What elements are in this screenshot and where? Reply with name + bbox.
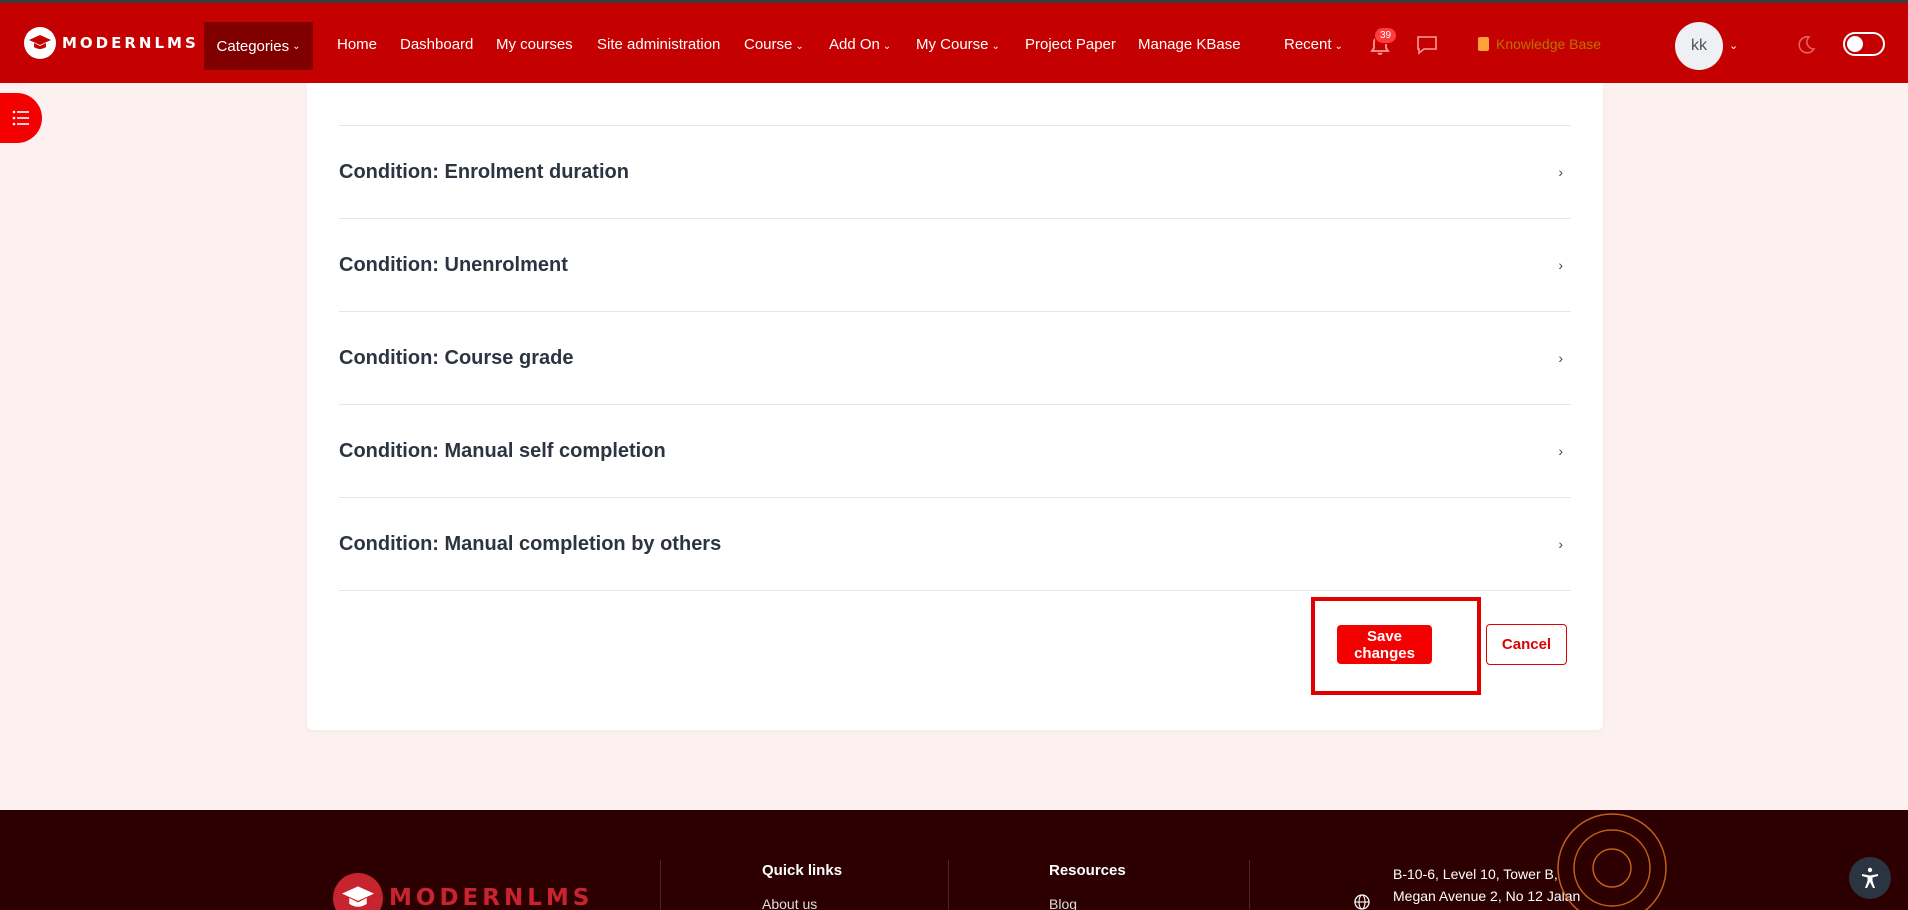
divider [1249,860,1250,910]
chevron-down-icon: ⌄ [991,41,1000,52]
section-title: Condition: Unenrolment [339,253,568,276]
globe-icon [1354,894,1370,910]
chevron-down-icon[interactable]: ⌄ [1729,39,1738,52]
section-unenrolment[interactable]: Condition: Unenrolment › [339,218,1571,311]
knowledge-base-label: Knowledge Base [1496,36,1602,52]
nav-project-paper[interactable]: Project Paper [1025,36,1116,53]
nav-my-course-label: My Course [916,36,989,53]
resources-heading: Resources [1049,862,1126,879]
nav-categories[interactable]: Categories ⌄ [204,22,313,70]
knowledge-base-link[interactable]: Knowledge Base [1478,36,1601,52]
divider [948,860,949,910]
notification-badge: 39 [1374,27,1398,44]
chevron-right-icon: › [1558,257,1563,273]
chevron-down-icon: ⌄ [292,40,301,52]
nav-my-course[interactable]: My Course ⌄ [916,36,1000,53]
footer-brand-name: MODERNLMS [389,885,594,910]
chevron-down-icon: ⌄ [882,41,892,52]
chevron-right-icon: › [1558,443,1563,459]
book-icon [1478,37,1489,51]
save-button[interactable]: Save changes [1337,625,1432,664]
section-enrolment-duration[interactable]: Condition: Enrolment duration › [339,125,1571,218]
chevron-right-icon: › [1558,536,1563,552]
section-title: Condition: Course grade [339,346,574,369]
footer-brand-logo[interactable]: MODERNLMS [333,873,593,910]
footer: MODERNLMS Quick links About us Resources… [0,810,1908,910]
nav-recent-label: Recent [1284,36,1332,53]
brand-logo[interactable]: MODERNLMS [24,27,199,59]
chevron-down-icon: ⌄ [795,41,804,52]
accessibility-button[interactable] [1849,857,1891,899]
divider [660,860,661,910]
moon-icon[interactable] [1795,34,1817,56]
section-manual-completion-by-others[interactable]: Condition: Manual completion by others › [339,497,1571,590]
nav-add-on[interactable]: Add On ⌄ [829,36,891,53]
toggle-knob [1847,36,1863,52]
nav-manage-kbase[interactable]: Manage KBase [1138,36,1241,53]
cancel-button[interactable]: Cancel [1486,624,1567,665]
nav-home[interactable]: Home [337,36,377,53]
nav-course-label: Course [744,36,793,53]
nav-recent[interactable]: Recent ⌄ [1284,36,1343,53]
section-manual-self-completion[interactable]: Condition: Manual self completion › [339,404,1571,497]
decorative-rings [1557,813,1667,910]
section-title: Condition: Manual self completion [339,439,666,462]
section-title: Condition: Enrolment duration [339,160,629,183]
footer-link-blog[interactable]: Blog [1049,896,1077,910]
chat-icon[interactable] [1416,35,1438,55]
divider [339,590,1571,591]
chevron-down-icon: ⌄ [1334,41,1343,52]
list-icon [12,110,29,126]
section-title: Condition: Manual completion by others [339,532,722,555]
graduation-cap-icon [333,873,383,910]
chevron-right-icon: › [1558,350,1563,366]
graduation-cap-icon [24,27,56,59]
avatar[interactable]: kk [1675,22,1723,70]
nav-add-on-label: Add On [829,36,880,53]
theme-toggle[interactable] [1843,32,1885,56]
section-course-grade[interactable]: Condition: Course grade › [339,311,1571,404]
nav-dashboard[interactable]: Dashboard [400,36,473,53]
nav-site-administration[interactable]: Site administration [597,36,720,53]
nav-course[interactable]: Course ⌄ [744,36,804,53]
top-navbar: MODERNLMS Categories ⌄ Home Dashboard My … [0,0,1908,83]
accessibility-icon [1862,867,1878,888]
nav-my-courses[interactable]: My courses [496,36,573,53]
drawer-toggle-button[interactable] [0,93,42,143]
quick-links-heading: Quick links [762,862,843,879]
chevron-right-icon: › [1558,164,1563,180]
brand-name: MODERNLMS [62,34,199,52]
nav-categories-label: Categories [216,37,290,55]
footer-link-about-us[interactable]: About us [762,896,817,910]
